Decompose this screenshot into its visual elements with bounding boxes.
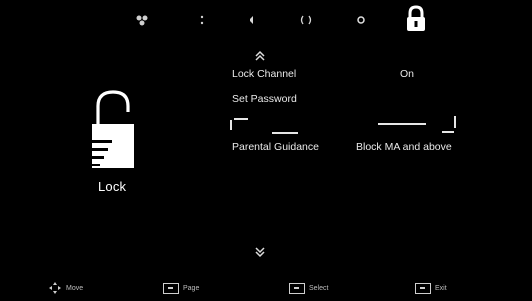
parental-guidance-label: Parental Guidance bbox=[232, 141, 319, 153]
timer-icon[interactable] bbox=[349, 8, 373, 32]
speaker-icon[interactable] bbox=[241, 8, 265, 32]
exit-key-icon bbox=[415, 282, 431, 294]
lock-tab-icon[interactable] bbox=[402, 4, 430, 34]
set-password-label: Set Password bbox=[232, 93, 297, 105]
padlock-icon bbox=[92, 90, 134, 168]
help-bar: Move Page Select Exit bbox=[0, 279, 532, 301]
lock-channel-label: Lock Channel bbox=[232, 68, 297, 80]
help-select-label: Select bbox=[309, 284, 329, 292]
help-exit: Exit bbox=[415, 281, 447, 295]
lock-caption: Lock bbox=[98, 179, 127, 194]
page-key-icon bbox=[163, 282, 179, 294]
lock-panel: Lock bbox=[78, 88, 178, 198]
sound-mode-icon[interactable] bbox=[190, 8, 214, 32]
lock-settings-screen: Lock Lock Channel On Set Password Parent… bbox=[0, 0, 532, 301]
password-entry-fields[interactable] bbox=[228, 114, 468, 136]
picture-icon[interactable] bbox=[130, 8, 154, 32]
scroll-down-icon[interactable] bbox=[253, 246, 267, 258]
help-move: Move bbox=[48, 281, 83, 295]
help-select: Select bbox=[289, 281, 328, 295]
parental-guidance-value: Block MA and above bbox=[356, 141, 452, 153]
lock-channel-value: On bbox=[400, 68, 415, 80]
help-page: Page bbox=[163, 281, 199, 295]
scroll-up-icon[interactable] bbox=[253, 50, 267, 62]
menu-tab-bar bbox=[0, 0, 532, 36]
dpad-icon bbox=[49, 282, 61, 294]
ok-key-icon bbox=[289, 282, 305, 294]
lock-menu: Lock Channel On Set Password Parental Gu… bbox=[228, 50, 488, 280]
help-move-label: Move bbox=[66, 284, 84, 292]
help-page-label: Page bbox=[183, 284, 200, 292]
network-icon[interactable] bbox=[294, 8, 318, 32]
help-exit-label: Exit bbox=[435, 284, 447, 292]
